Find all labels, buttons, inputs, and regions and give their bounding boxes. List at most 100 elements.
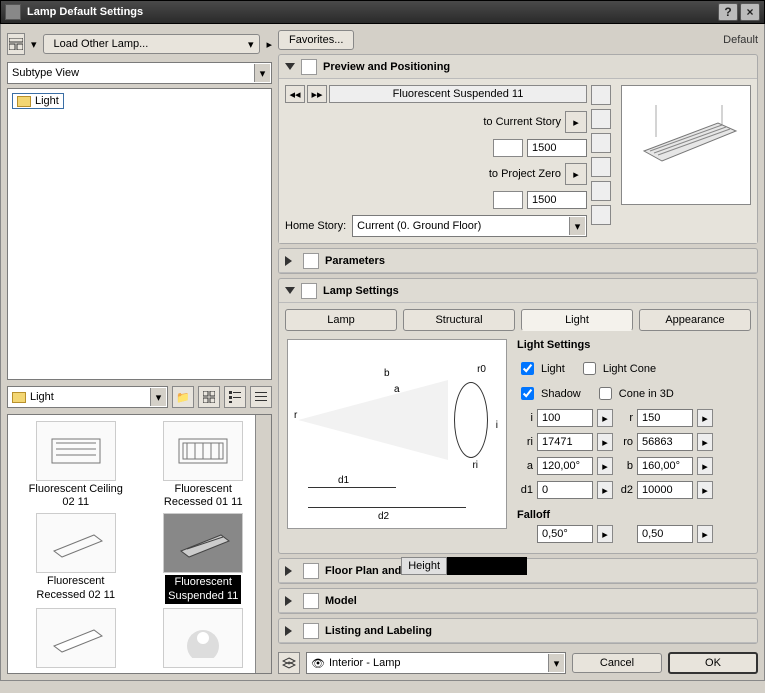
param-a-input[interactable]: [537, 457, 593, 475]
shadow-checkbox[interactable]: Shadow: [517, 384, 581, 403]
param-ri-label: ri: [517, 436, 533, 448]
flyout-arrow-icon[interactable]: ▸: [266, 38, 272, 51]
lamp-settings-header[interactable]: Lamp Settings: [279, 279, 757, 303]
layer-dropdown[interactable]: 👁 Interior - Lamp ▾: [306, 652, 566, 674]
library-tree[interactable]: Light: [7, 88, 272, 380]
diagram-label-r0: r0: [477, 364, 486, 375]
library-thumbnails: Fluorescent Ceiling 02 11 Fluorescent Re…: [7, 414, 272, 674]
view-mode-button-1[interactable]: [591, 85, 611, 105]
diagram-label-a: a: [394, 384, 400, 395]
diagram-label-b: b: [384, 368, 390, 379]
floorplan-section-icon: [303, 563, 319, 579]
param-i-input[interactable]: [537, 409, 593, 427]
param-i-label: i: [517, 412, 533, 424]
story-elevation-icon: [493, 139, 523, 157]
view-mode-button-3[interactable]: [591, 133, 611, 153]
model-panel: Model: [278, 588, 758, 614]
param-d2-input[interactable]: [637, 481, 693, 499]
tab-lamp[interactable]: Lamp: [285, 309, 397, 331]
to-story-flyout[interactable]: ▸: [565, 111, 587, 133]
dialog-body: ▾ Load Other Lamp... ▾ ▸ Subtype View ▾ …: [0, 24, 765, 681]
load-other-button[interactable]: Load Other Lamp... ▾: [43, 34, 261, 54]
ok-button[interactable]: OK: [668, 652, 758, 674]
falloff-a-flyout[interactable]: ▸: [597, 525, 613, 543]
view-mode-button-2[interactable]: [591, 109, 611, 129]
lamp-preview-icon: [626, 95, 746, 195]
top-row: Favorites... Default: [278, 30, 758, 50]
thumb-item[interactable]: Fluorescent Recessed 01 11: [142, 421, 266, 509]
view-large-icons-button[interactable]: [198, 386, 220, 408]
thumbnails-scrollbar[interactable]: [255, 415, 271, 673]
param-b-input[interactable]: [637, 457, 693, 475]
browser-toolbar: Light ▾ 📁: [7, 384, 272, 410]
thumb-item[interactable]: Fluorescent Recessed 02 11: [14, 513, 138, 603]
param-d2-label: d2: [617, 484, 633, 496]
param-ri-input[interactable]: [537, 433, 593, 451]
listing-title: Listing and Labeling: [325, 625, 432, 637]
param-i-flyout[interactable]: ▸: [597, 409, 613, 427]
lightcone-checkbox[interactable]: Light Cone: [579, 359, 656, 378]
thumb-item[interactable]: [14, 608, 138, 670]
next-object-button[interactable]: ▸▸: [307, 85, 327, 103]
param-ro-input[interactable]: [637, 433, 693, 451]
model-header[interactable]: Model: [279, 589, 757, 613]
falloff-a-input[interactable]: [537, 525, 593, 543]
browser-folder-dropdown[interactable]: Light ▾: [7, 386, 168, 408]
thumb-item-selected[interactable]: Fluorescent Suspended 11: [142, 513, 266, 603]
param-a-flyout[interactable]: ▸: [597, 457, 613, 475]
to-story-input[interactable]: [527, 139, 587, 157]
tab-structural[interactable]: Structural: [403, 309, 515, 331]
load-other-label: Load Other Lamp...: [54, 38, 149, 50]
thumb-item[interactable]: Fluorescent Ceiling 02 11: [14, 421, 138, 509]
light-checkbox[interactable]: Light: [517, 359, 565, 378]
view-mode-button-5[interactable]: [591, 181, 611, 201]
listing-header[interactable]: Listing and Labeling: [279, 619, 757, 643]
home-story-dropdown[interactable]: Current (0. Ground Floor) ▾: [352, 215, 587, 237]
favorites-button[interactable]: Favorites...: [278, 30, 354, 50]
prev-object-button[interactable]: ◂◂: [285, 85, 305, 103]
tab-appearance[interactable]: Appearance: [639, 309, 751, 331]
param-b-label: b: [617, 460, 633, 472]
param-a-label: a: [517, 460, 533, 472]
parameters-header[interactable]: Parameters: [279, 249, 757, 273]
disclosure-right-icon: [285, 566, 297, 576]
tab-light[interactable]: Light: [521, 309, 633, 331]
param-d2-flyout[interactable]: ▸: [697, 481, 713, 499]
param-b-flyout[interactable]: ▸: [697, 457, 713, 475]
thumb-preview: [36, 608, 116, 668]
chevron-down-icon: ▾: [569, 217, 585, 235]
view-mode-button-4[interactable]: [591, 157, 611, 177]
view-list-button[interactable]: [250, 386, 272, 408]
subtype-view-dropdown[interactable]: Subtype View ▾: [7, 62, 272, 84]
disclosure-down-icon: [285, 287, 295, 294]
preview-3d-viewport[interactable]: [621, 85, 751, 205]
falloff-b-input[interactable]: [637, 525, 693, 543]
param-ri-flyout[interactable]: ▸: [597, 433, 613, 451]
param-ro-flyout[interactable]: ▸: [697, 433, 713, 451]
up-folder-button[interactable]: 📁: [172, 386, 194, 408]
layer-icon-button[interactable]: [278, 652, 300, 674]
preview-header[interactable]: Preview and Positioning: [279, 55, 757, 79]
folder-up-icon: 📁: [176, 391, 190, 404]
param-r-input[interactable]: [637, 409, 693, 427]
param-d1-input[interactable]: [537, 481, 593, 499]
param-r-flyout[interactable]: ▸: [697, 409, 713, 427]
param-d1-flyout[interactable]: ▸: [597, 481, 613, 499]
close-button[interactable]: ×: [740, 3, 760, 21]
help-button[interactable]: ?: [718, 3, 738, 21]
to-zero-input[interactable]: [527, 191, 587, 209]
view-small-icons-button[interactable]: [224, 386, 246, 408]
tree-item-light[interactable]: Light: [12, 93, 64, 109]
thumb-item[interactable]: [142, 608, 266, 670]
zero-elevation-icon: [493, 191, 523, 209]
cancel-button[interactable]: Cancel: [572, 653, 662, 673]
to-zero-flyout[interactable]: ▸: [565, 163, 587, 185]
falloff-b-flyout[interactable]: ▸: [697, 525, 713, 543]
view-mode-button[interactable]: [7, 33, 25, 55]
bottom-bar: 👁 Interior - Lamp ▾ Cancel OK: [278, 648, 758, 674]
view-mode-button-6[interactable]: [591, 205, 611, 225]
thumb-preview: [163, 513, 243, 573]
param-ro-label: ro: [617, 436, 633, 448]
cone3d-checkbox[interactable]: Cone in 3D: [595, 384, 674, 403]
to-story-label: to Current Story: [483, 116, 561, 128]
